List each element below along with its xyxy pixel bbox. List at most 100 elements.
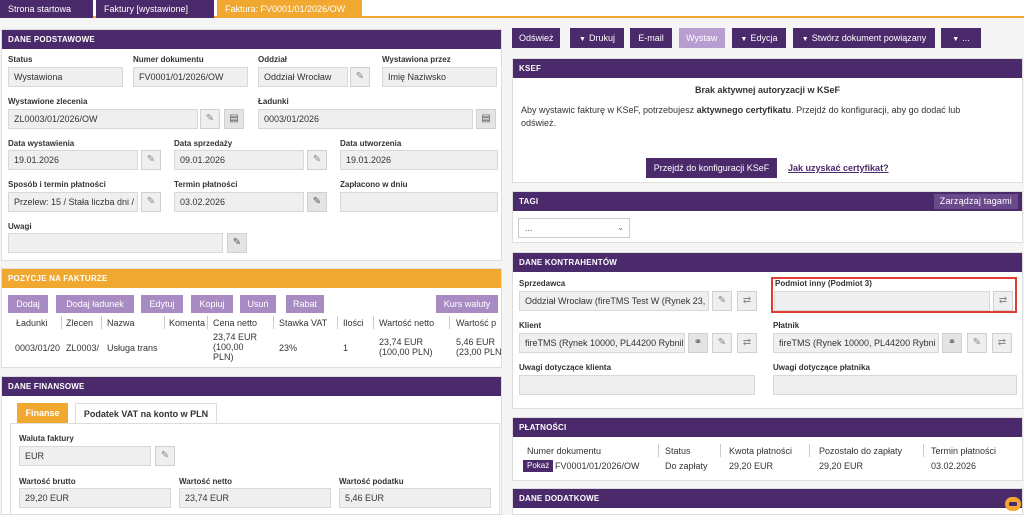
paid-on-field	[340, 192, 498, 212]
issued-by-field: Imię Naziwsko	[382, 67, 497, 87]
tags-select[interactable]: ... ⌄	[518, 218, 630, 238]
orders-label: Wystawione zlecenia	[8, 97, 88, 106]
branch-label: Oddział	[258, 55, 287, 64]
ksef-title: Brak aktywnej autoryzacji w KSeF	[694, 85, 841, 95]
col-nazwa[interactable]: Nazwa	[107, 318, 135, 328]
notes-edit-icon[interactable]: ✎	[227, 233, 247, 253]
basic-data-panel: DANE PODSTAWOWE Status Wystawiona Numer …	[1, 29, 502, 261]
table-row[interactable]: Pokaż FV0001/01/2026/OW Do zapłaty 29,20…	[513, 458, 1022, 476]
edit-orders-icon[interactable]: ✎	[200, 109, 220, 129]
currency-edit-icon[interactable]: ✎	[155, 446, 175, 466]
sale-date-edit-icon[interactable]: ✎	[307, 150, 327, 170]
payer-notes-field	[773, 375, 1017, 395]
chevron-down-icon: ▼	[740, 36, 748, 43]
col-komentarz[interactable]: Komenta	[169, 318, 205, 328]
discount-button[interactable]: Rabat	[286, 295, 324, 313]
payer-swap-icon[interactable]: ⇄	[992, 333, 1012, 353]
payment-method-edit-icon[interactable]: ✎	[141, 192, 161, 212]
client-edit-icon[interactable]: ✎	[712, 333, 732, 353]
add-load-button[interactable]: Dodaj ładunek	[56, 295, 134, 313]
sale-date-field[interactable]: 09.01.2026	[174, 150, 304, 170]
tab-vat-pln[interactable]: Podatek VAT na konto w PLN	[75, 403, 217, 423]
additional-data-panel: DANE DODATKOWE	[512, 488, 1023, 515]
payments-panel: PŁATNOŚCI Numer dokumentu Status Kwota p…	[512, 417, 1023, 481]
col-wartosc-netto[interactable]: Wartość netto	[379, 318, 434, 328]
orders-field: ZL0003/01/2026/OW	[8, 109, 198, 129]
payment-method-field[interactable]: Przelew: 15 / Stała liczba dni /	[8, 192, 138, 212]
more-button[interactable]: ▼...	[941, 28, 981, 48]
ksef-message: Aby wystawic fakturę w KSeF, potrzebujes…	[521, 105, 961, 128]
tags-header: TAGI Zarządzaj tagami	[513, 192, 1022, 211]
client-link-icon[interactable]: ⚭	[688, 333, 708, 353]
payer-link-icon[interactable]: ⚭	[942, 333, 962, 353]
notes-label: Uwagi	[8, 222, 32, 231]
paid-on-label: Zapłacono w dniu	[340, 180, 408, 189]
issue-button[interactable]: Wystaw	[679, 28, 725, 48]
col-stawka-vat[interactable]: Stawka VAT	[279, 318, 327, 328]
add-item-button[interactable]: Dodaj	[8, 295, 48, 313]
issue-date-edit-icon[interactable]: ✎	[141, 150, 161, 170]
status-label: Status	[8, 55, 33, 64]
copy-item-button[interactable]: Kopiuj	[191, 295, 233, 313]
client-field: fireTMS (Rynek 10000, PL44200 Rybnil	[519, 333, 685, 353]
tab-invoices[interactable]: Faktury [wystawione]	[96, 0, 214, 18]
col-cena-netto[interactable]: Cena netto	[213, 318, 257, 328]
print-button[interactable]: ▼ Drukuj	[570, 28, 624, 48]
seller-field: Oddział Wrocław (fireTMS Test W (Rynek 2…	[519, 291, 709, 311]
tab-finanse[interactable]: Finanse	[17, 403, 68, 423]
seller-swap-icon[interactable]: ⇄	[737, 291, 757, 311]
seller-label: Sprzedawca	[519, 279, 566, 288]
email-button[interactable]: E-mail	[630, 28, 672, 48]
exchange-rate-button[interactable]: Kurs waluty	[436, 295, 498, 313]
create-related-button[interactable]: ▼ Stwórz dokument powiązany	[793, 28, 935, 48]
sale-date-label: Data sprzedaży	[174, 139, 233, 148]
tab-invoice-detail[interactable]: Faktura: FV0001/01/2026/OW	[217, 0, 362, 18]
tab-home[interactable]: Strona startowa	[0, 0, 93, 18]
certificate-link[interactable]: Jak uzyskać certyfikat?	[788, 163, 889, 173]
show-payment-button[interactable]: Pokaż	[523, 460, 554, 472]
payments-header: PŁATNOŚCI	[513, 418, 1022, 437]
notes-field[interactable]	[8, 233, 223, 253]
refresh-button[interactable]: Odśwież	[512, 28, 560, 48]
basic-data-header: DANE PODSTAWOWE	[2, 30, 501, 49]
payment-due-field[interactable]: 03.02.2026	[174, 192, 304, 212]
branch-field: Oddział Wrocław	[258, 67, 348, 87]
table-row[interactable]: 0003/01/20 ZL0003/ Usługa trans 23,74 EU…	[2, 331, 502, 367]
payer-field: fireTMS (Rynek 10000, PL44200 Rybni	[773, 333, 939, 353]
payer-notes-label: Uwagi dotyczące płatnika	[773, 363, 870, 372]
third-party-field[interactable]	[774, 291, 990, 311]
col-ilosc[interactable]: Ilości	[343, 318, 364, 328]
payer-label: Płatnik	[773, 321, 800, 330]
contractors-header: DANE KONTRAHENTÓW	[513, 253, 1022, 272]
col-wartosc-podatku[interactable]: Wartość p	[456, 318, 496, 328]
edit-branch-icon[interactable]: ✎	[350, 67, 370, 87]
loads-document-icon[interactable]: ▤	[476, 109, 496, 129]
orders-document-icon[interactable]: ▤	[224, 109, 244, 129]
chat-icon[interactable]	[1005, 497, 1021, 511]
edit-item-button[interactable]: Edytuj	[141, 295, 183, 313]
client-swap-icon[interactable]: ⇄	[737, 333, 757, 353]
document-number-label: Numer dokumentu	[133, 55, 204, 64]
payments-col-status: Status	[665, 446, 691, 456]
delete-item-button[interactable]: Usuń	[240, 295, 276, 313]
chevron-down-icon: ▼	[801, 36, 809, 43]
ksef-config-button[interactable]: Przejdź do konfiguracji KSeF	[646, 158, 777, 178]
issue-date-field[interactable]: 19.01.2026	[8, 150, 138, 170]
col-zlecenie[interactable]: Zlecen	[66, 318, 93, 328]
edit-button[interactable]: ▼ Edycja	[732, 28, 786, 48]
payer-edit-icon[interactable]: ✎	[967, 333, 987, 353]
manage-tags-button[interactable]: Zarządzaj tagami	[933, 194, 1018, 209]
contractors-panel: DANE KONTRAHENTÓW Sprzedawca Oddział Wro…	[512, 252, 1023, 409]
invoice-items-header: POZYCJE NA FAKTURZE	[2, 269, 501, 288]
seller-edit-icon[interactable]: ✎	[712, 291, 732, 311]
col-ladunki[interactable]: Ładunki	[16, 318, 48, 328]
payments-col-amount: Kwota płatności	[729, 446, 793, 456]
payment-due-edit-icon[interactable]: ✎	[307, 192, 327, 212]
client-notes-label: Uwagi dotyczące klienta	[519, 363, 612, 372]
chevron-down-icon: ▼	[579, 36, 586, 43]
third-party-swap-icon[interactable]: ⇄	[993, 291, 1013, 311]
creation-date-field: 19.01.2026	[340, 150, 498, 170]
client-notes-field	[519, 375, 755, 395]
financial-header: DANE FINANSOWE	[2, 377, 501, 396]
loads-label: Ładunki	[258, 97, 289, 106]
